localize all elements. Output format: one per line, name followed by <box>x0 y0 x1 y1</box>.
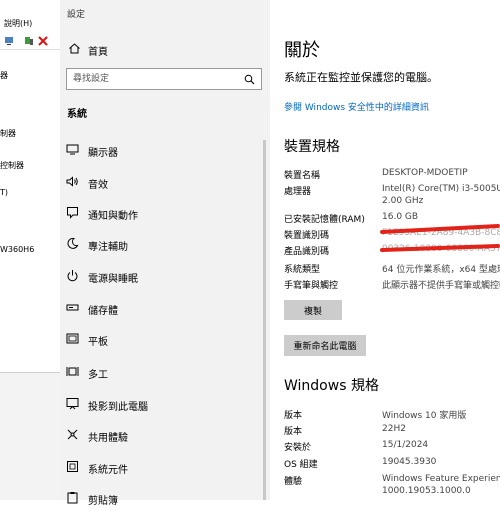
spec-label: 版本 <box>284 411 303 421</box>
search-input[interactable] <box>73 72 223 86</box>
nav-item-projecting[interactable]: 投影到此電腦 <box>60 391 270 417</box>
moon-icon <box>67 237 79 249</box>
tree-fragment[interactable]: 制器 <box>0 128 16 139</box>
nav-item-system-components[interactable]: 系統元件 <box>60 454 270 480</box>
security-status-text: 系統正在監控並保護您的電腦。 <box>284 71 438 84</box>
tree-fragment[interactable]: 控制器 <box>0 160 24 171</box>
toolbar <box>0 33 62 50</box>
clipboard-icon <box>67 492 78 504</box>
power-icon <box>67 270 78 282</box>
status-area <box>0 372 62 500</box>
spec-label: 手寫筆與觸控 <box>284 281 339 291</box>
nav-item-tablet[interactable]: 平板 <box>60 326 270 352</box>
nav-item-label: 通知與動作 <box>88 211 138 222</box>
spec-value: Windows Feature Experience <box>382 474 500 484</box>
spec-value: 22H2 <box>382 424 406 434</box>
window-title: 設定 <box>67 10 86 20</box>
search-box[interactable] <box>66 68 262 90</box>
nav-item-label: 專注輔助 <box>88 242 128 253</box>
speaker-icon <box>66 176 78 187</box>
spec-value: 1000.19053.1000.0 <box>382 486 471 496</box>
windows-specs-heading: Windows 規格 <box>284 378 379 394</box>
tree-fragment[interactable]: T) <box>0 188 8 197</box>
nav-item-label: 儲存體 <box>88 306 118 317</box>
spec-value: DESKTOP-MDOETIP <box>382 168 468 178</box>
spec-label: 已安裝記憶體(RAM) <box>284 215 365 225</box>
notification-icon <box>67 207 78 219</box>
nav-item-notifications[interactable]: 通知與動作 <box>60 200 270 226</box>
settings-window: 設定 首頁 系統 顯示器 音效 通知與動作 專注輔助 電源與睡眠 <box>60 0 500 507</box>
spec-value: 64 位元作業系統，x64 型處理器 <box>382 265 500 275</box>
home-icon <box>69 43 80 54</box>
spec-value: 16.0 GB <box>382 212 419 222</box>
nav-item-clipboard[interactable]: 剪貼簿 <box>60 485 270 511</box>
tree-fragment[interactable]: W360H6 <box>0 245 34 254</box>
project-icon <box>66 398 79 410</box>
search-icon[interactable] <box>244 74 255 85</box>
nav-home[interactable]: 首頁 <box>60 38 270 60</box>
spec-label: 裝置名稱 <box>284 171 321 181</box>
nav-item-display[interactable]: 顯示器 <box>60 137 270 163</box>
nav-item-sound[interactable]: 音效 <box>60 169 270 195</box>
spec-label: 處理器 <box>284 187 312 197</box>
components-icon <box>67 461 78 472</box>
monitor-icon[interactable] <box>4 36 14 46</box>
nav-section-title: 系統 <box>67 109 87 120</box>
security-details-link[interactable]: 參閱 Windows 安全性中的詳細資訊 <box>284 100 429 113</box>
storage-icon <box>66 304 79 311</box>
close-icon[interactable] <box>38 36 48 46</box>
shared-icon <box>67 429 78 440</box>
page-title: 關於 <box>284 40 320 61</box>
settings-nav: 設定 首頁 系統 顯示器 音效 通知與動作 專注輔助 電源與睡眠 <box>60 0 270 507</box>
spec-label: 安裝於 <box>284 443 312 453</box>
spec-label: 體驗 <box>284 477 303 487</box>
tree-fragment[interactable]: 器 <box>0 70 8 81</box>
spec-value: 15/1/2024 <box>382 440 429 450</box>
nav-item-power[interactable]: 電源與睡眠 <box>60 263 270 289</box>
spec-value: 此顯示器不提供手寫筆或觸控輸入 <box>382 281 500 291</box>
nav-item-label: 共用體驗 <box>88 433 128 444</box>
spec-label: 裝置識別碼 <box>284 231 330 241</box>
nav-item-focus-assist[interactable]: 專注輔助 <box>60 231 270 257</box>
spec-value: 2.00 GHz <box>382 196 424 206</box>
nav-item-label: 音效 <box>88 180 108 191</box>
menu-help[interactable]: 說明(H) <box>4 18 32 29</box>
nav-item-multitasking[interactable]: 多工 <box>60 359 270 385</box>
spec-value: 19045.3930 <box>382 457 437 467</box>
about-pane: 關於 系統正在監控並保護您的電腦。 參閱 Windows 安全性中的詳細資訊 裝… <box>270 0 500 500</box>
nav-item-label: 投影到此電腦 <box>88 402 148 413</box>
spec-label: 系統類型 <box>284 265 321 275</box>
tablet-icon <box>66 333 79 344</box>
background-window: 說明(H) 器 制器 控制器 T) W360H6 <box>0 0 63 500</box>
nav-scrollbar[interactable] <box>263 140 266 500</box>
nav-item-label: 平板 <box>88 337 108 348</box>
device-specs-heading: 裝置規格 <box>284 139 340 155</box>
copy-button[interactable]: 複製 <box>284 300 342 320</box>
scan-icon[interactable] <box>24 36 34 46</box>
spec-label: 版本 <box>284 427 303 437</box>
nav-item-shared-experiences[interactable]: 共用體驗 <box>60 422 270 448</box>
nav-item-storage[interactable]: 儲存體 <box>60 295 270 321</box>
rename-pc-button[interactable]: 重新命名此電腦 <box>284 335 366 356</box>
monitor-icon <box>66 144 79 155</box>
nav-item-label: 系統元件 <box>88 465 128 476</box>
nav-home-label: 首頁 <box>88 47 108 58</box>
spec-label: 產品識別碼 <box>284 247 330 257</box>
spec-label: OS 組建 <box>284 460 318 470</box>
nav-item-label: 顯示器 <box>88 148 118 159</box>
nav-item-label: 電源與睡眠 <box>88 274 138 285</box>
spec-value: Windows 10 家用版 <box>382 411 467 421</box>
nav-item-label: 多工 <box>88 370 108 381</box>
spec-value: Intel(R) Core(TM) i3-5005U CPU @ <box>382 184 500 194</box>
multitasking-icon <box>66 367 79 376</box>
